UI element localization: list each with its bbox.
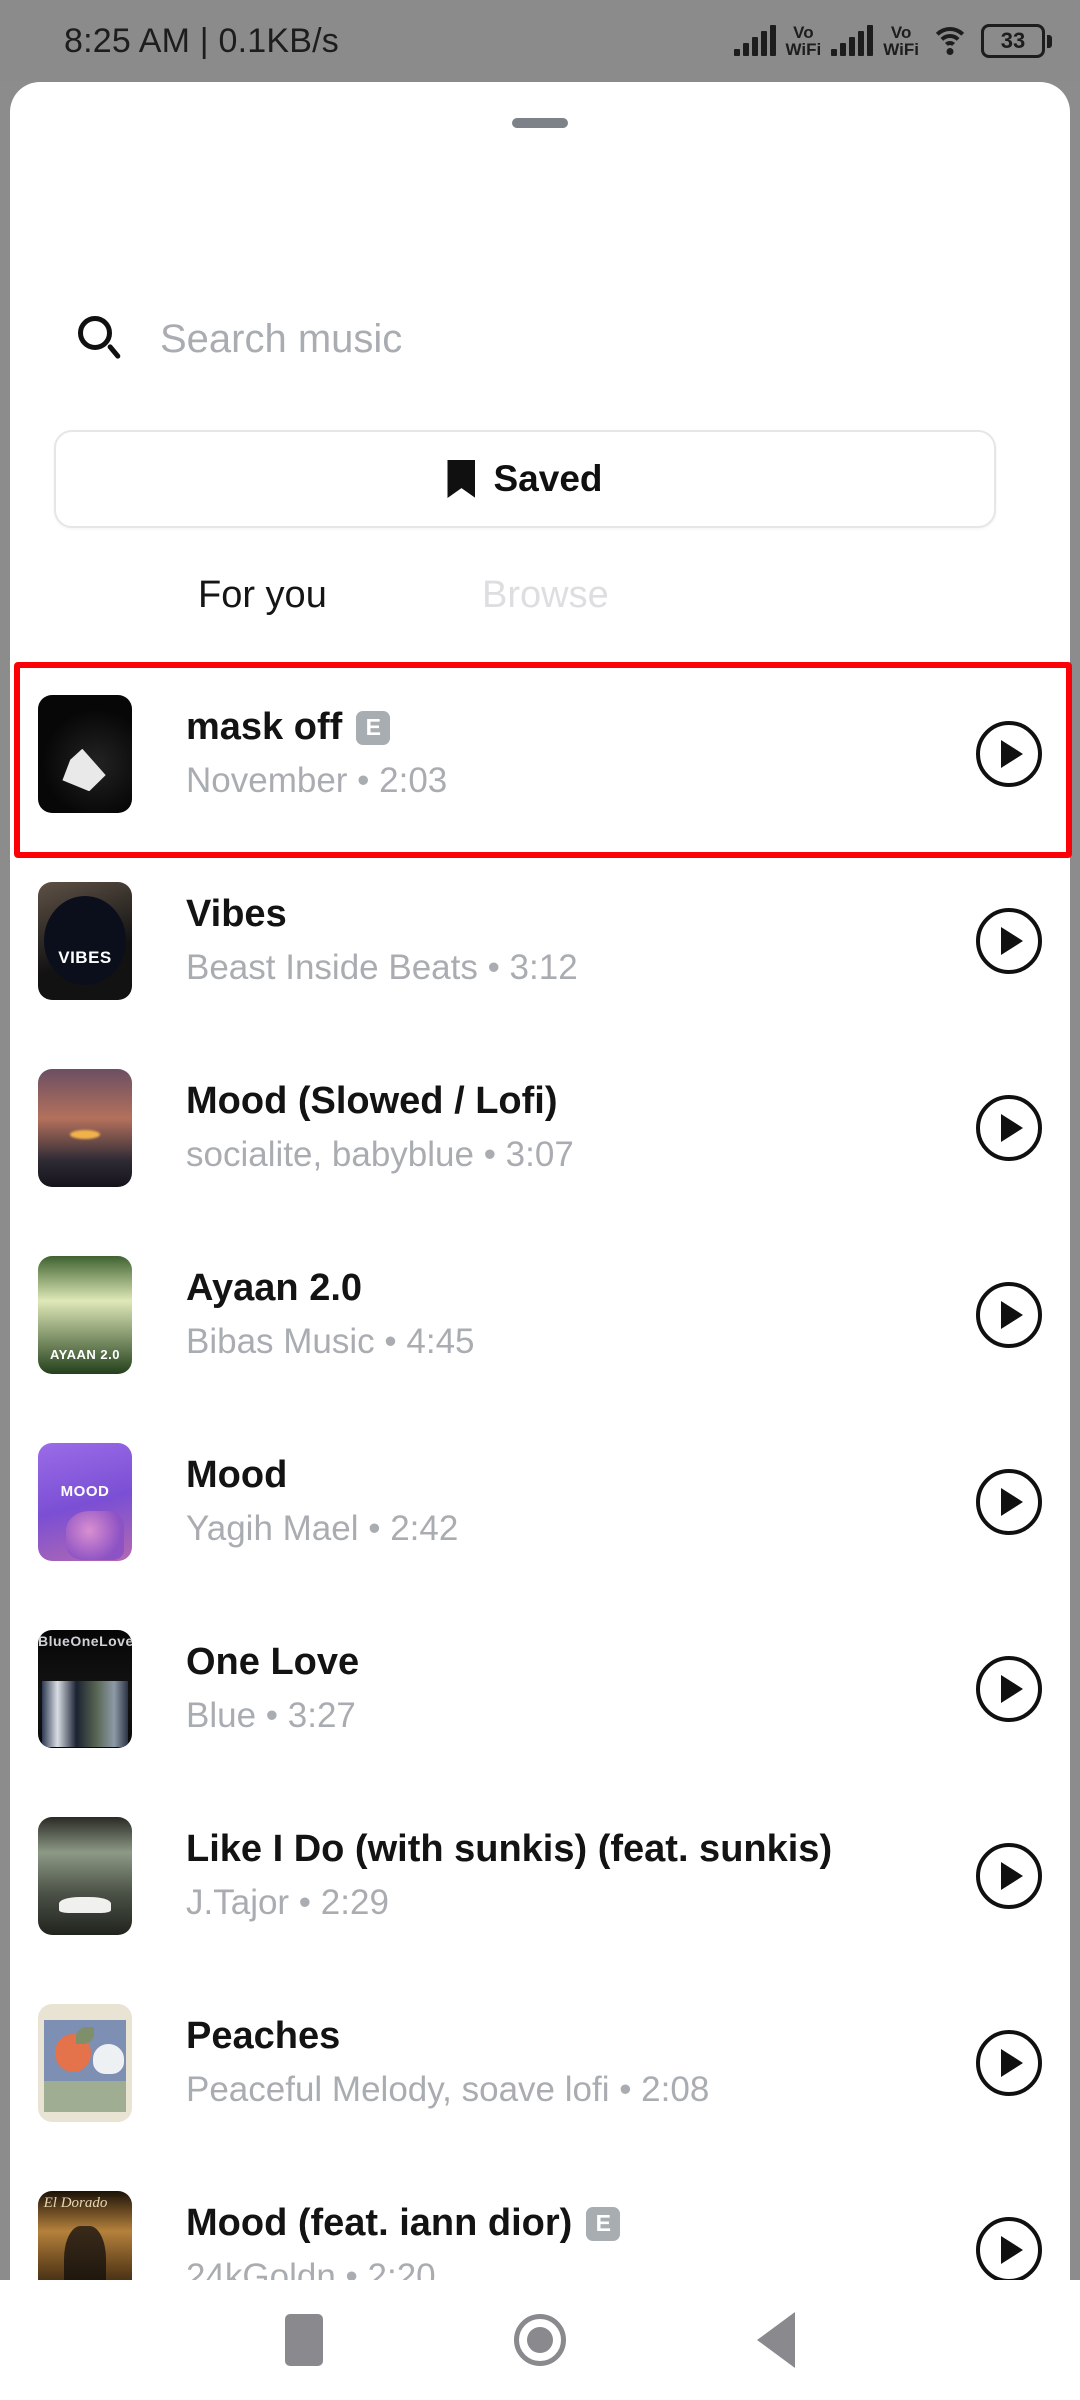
play-icon [1001,2235,1023,2264]
triangle-back-icon [757,2312,795,2368]
track-title: Vibes [186,893,287,935]
play-button[interactable] [976,2029,1042,2096]
track-thumbnail [38,2003,132,2122]
track-subtitle: Blue • 3:27 [186,1696,356,1735]
sheet-drag-handle[interactable] [512,118,568,128]
track-row[interactable]: AYAAN 2.0 Ayaan 2.0 Bibas Music • 4:45 [10,1221,1070,1408]
nav-recents-button[interactable] [186,2314,422,2366]
track-title: Mood (feat. iann dior) [186,2202,573,2244]
play-button[interactable] [976,2216,1042,2283]
play-icon [1001,926,1023,955]
track-row[interactable]: Mood (Slowed / Lofi) socialite, babyblue… [10,1034,1070,1221]
battery-level: 33 [1000,28,1026,53]
status-bar: 8:25 AM | 0.1KB/s Vo WiFi Vo WiFi 33 [0,0,1080,82]
play-icon [1001,1300,1023,1329]
explicit-badge: E [356,710,391,745]
thumbnail-caption: AYAAN 2.0 [49,1346,121,1362]
cellular-signal-icon-2 [831,25,874,56]
wifi-icon [929,25,971,57]
track-thumbnail: AYAAN 2.0 [38,1255,132,1374]
track-thumbnail: VIBES [38,881,132,1000]
track-title: mask off [186,706,343,748]
track-subtitle: Bibas Music • 4:45 [186,1322,475,1361]
track-meta: Peaches Peaceful Melody, soave lofi • 2:… [132,2015,976,2110]
phone-screen: 8:25 AM | 0.1KB/s Vo WiFi Vo WiFi 33 Searc… [0,0,1080,2400]
track-thumbnail: MOOD [38,1442,132,1561]
thumbnail-caption: MOOD [60,1482,110,1500]
play-button[interactable] [976,907,1042,974]
track-thumbnail [38,1068,132,1187]
tab-browse[interactable]: Browse [482,574,609,617]
thumbnail-caption: BlueOneLove [38,1633,132,1650]
track-thumbnail: BlueOneLove [38,1629,132,1748]
play-icon [1001,1487,1023,1516]
tab-for-you[interactable]: For you [198,574,327,617]
track-title: Ayaan 2.0 [186,1267,363,1309]
track-subtitle: socialite, babyblue • 3:07 [186,1135,574,1174]
bookmark-icon [447,460,476,498]
track-title: Peaches [186,2015,341,2057]
track-thumbnail [38,694,132,813]
track-meta: Mood Yagih Mael • 2:42 [132,1454,976,1549]
status-icons: Vo WiFi Vo WiFi 33 [733,23,1052,59]
play-button[interactable] [976,1094,1042,1161]
track-meta: Ayaan 2.0 Bibas Music • 4:45 [132,1267,976,1362]
play-icon [1001,1113,1023,1142]
play-icon [1001,2048,1023,2077]
thumbnail-caption: El Dorado [43,2195,108,2212]
track-row[interactable]: mask off E November • 2:03 [10,660,1072,858]
circle-home-icon [514,2314,566,2366]
track-row[interactable]: Peaches Peaceful Melody, soave lofi • 2:… [10,1969,1070,2156]
track-row[interactable]: Like I Do (with sunkis) (feat. sunkis) J… [10,1782,1070,1969]
play-icon [1001,1861,1023,1890]
track-subtitle: Yagih Mael • 2:42 [186,1509,459,1548]
explicit-badge: E [586,2206,621,2241]
track-subtitle: Beast Inside Beats • 3:12 [186,948,578,987]
track-title: One Love [186,1641,360,1683]
android-nav-bar [0,2280,1080,2400]
track-subtitle: November • 2:03 [186,761,448,800]
vowifi-label-2: Vo WiFi [883,23,919,59]
track-row[interactable]: VIBES Vibes Beast Inside Beats • 3:12 [10,847,1070,1034]
play-icon [1001,739,1023,768]
play-button[interactable] [976,1281,1042,1348]
play-button[interactable] [976,720,1042,787]
tab-bar: For you Browse [10,574,1070,652]
play-icon [1001,1674,1023,1703]
track-title: Mood [186,1454,288,1496]
track-meta: One Love Blue • 3:27 [132,1641,976,1736]
cellular-signal-icon-1 [733,25,776,56]
thumbnail-caption: VIBES [58,947,112,967]
track-subtitle: J.Tajor • 2:29 [186,1883,389,1922]
track-row[interactable]: MOOD Mood Yagih Mael • 2:42 [10,1408,1070,1595]
track-meta: mask off E November • 2:03 [132,706,976,801]
nav-home-button[interactable] [422,2314,658,2366]
play-button[interactable] [976,1842,1042,1909]
saved-button-label: Saved [493,458,603,499]
music-sheet: Search music Saved For you Browse mask o… [10,82,1072,2400]
track-meta: Mood (Slowed / Lofi) socialite, babyblue… [132,1080,976,1175]
vowifi-label-1: Vo WiFi [785,23,822,59]
status-time-and-speed: 8:25 AM | 0.1KB/s [64,21,339,60]
track-subtitle: Peaceful Melody, soave lofi • 2:08 [186,2070,710,2109]
track-title: Mood (Slowed / Lofi) [186,1080,558,1122]
track-meta: Like I Do (with sunkis) (feat. sunkis) J… [132,1828,976,1923]
track-list: mask off E November • 2:03 VIBES Vibes B… [10,660,1072,2343]
saved-button[interactable]: Saved [54,430,996,528]
nav-back-button[interactable] [658,2312,894,2368]
search-input[interactable]: Search music [160,317,402,362]
battery-icon: 33 [981,24,1052,58]
square-recents-icon [285,2314,323,2366]
track-thumbnail [38,1816,132,1935]
search-icon [78,316,124,362]
play-button[interactable] [976,1468,1042,1535]
track-meta: Vibes Beast Inside Beats • 3:12 [132,893,976,988]
play-button[interactable] [976,1655,1042,1722]
track-title: Like I Do (with sunkis) (feat. sunkis) [186,1828,833,1870]
search-bar[interactable]: Search music [78,304,1008,374]
track-row[interactable]: BlueOneLove One Love Blue • 3:27 [10,1595,1070,1782]
